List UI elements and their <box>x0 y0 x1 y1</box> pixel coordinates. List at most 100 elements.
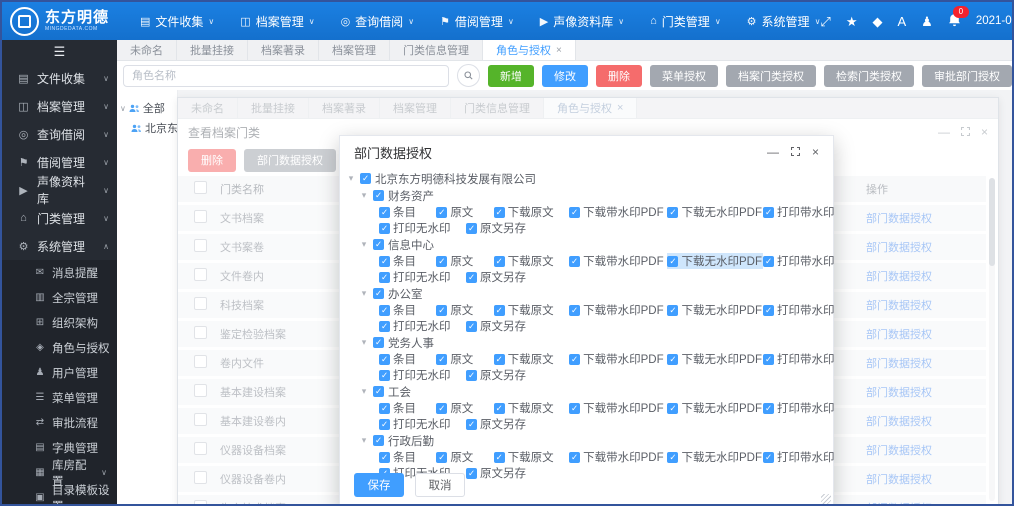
sidebar-item[interactable]: ▤ 文件收集 ∨ <box>2 64 117 92</box>
sidebar-subitem[interactable]: ▣ 目录模板设置 <box>2 485 117 505</box>
topbar-menu-item[interactable]: ⚙ 系统管理 ∨ <box>747 13 821 30</box>
tab-active[interactable]: 角色与授权 × <box>483 40 576 60</box>
sidebar-subitem[interactable]: ▥ 全宗管理 <box>2 285 117 310</box>
permission-checkbox[interactable]: ✓ <box>763 402 774 414</box>
sidebar-item[interactable]: ⌂ 门类管理 ∨ <box>2 204 117 232</box>
chevron-down-icon[interactable]: ▾ <box>359 435 369 446</box>
chevron-down-icon[interactable]: ▾ <box>359 190 369 201</box>
permission-checkbox[interactable]: ✓ <box>379 222 390 234</box>
permission-checkbox[interactable]: ✓ <box>466 222 477 234</box>
cancel-button[interactable]: 取消 <box>415 473 465 497</box>
topbar-menu-item[interactable]: ▤ 文件收集 ∨ <box>140 13 214 30</box>
permission-checkbox[interactable]: ✓ <box>667 402 679 414</box>
permission-checkbox[interactable]: ✓ <box>466 320 477 332</box>
font-icon[interactable]: A <box>897 15 906 28</box>
toolbar-button-green[interactable]: 新增 <box>488 64 534 87</box>
close-icon[interactable]: × <box>812 146 819 158</box>
permission-checkbox[interactable]: ✓ <box>466 418 477 430</box>
permission-checkbox[interactable]: ✓ <box>667 255 679 267</box>
permission-checkbox[interactable]: ✓ <box>667 304 679 316</box>
tab-item[interactable]: 档案管理 <box>319 40 390 60</box>
tab-item[interactable]: 未命名 <box>117 40 177 60</box>
tree-node-company[interactable]: 北京东方明德科技发展有限公司 <box>117 118 177 138</box>
permission-checkbox[interactable]: ✓ <box>763 255 774 267</box>
bell-icon[interactable]: 0 <box>948 5 969 30</box>
permission-checkbox[interactable]: ✓ <box>763 353 774 365</box>
permission-checkbox[interactable]: ✓ <box>569 353 581 365</box>
permission-checkbox[interactable]: ✓ <box>667 451 679 463</box>
sidebar-item[interactable]: ◫ 档案管理 ∨ <box>2 92 117 120</box>
permission-checkbox[interactable]: ✓ <box>379 304 390 316</box>
search-button[interactable] <box>457 64 480 87</box>
topbar-menu-item[interactable]: ⌂ 门类管理 ∨ <box>650 13 721 30</box>
permission-checkbox[interactable]: ✓ <box>379 206 390 218</box>
permission-checkbox[interactable]: ✓ <box>466 271 477 283</box>
user-icon[interactable]: ♟ <box>921 15 933 28</box>
resize-handle[interactable] <box>821 494 831 504</box>
maximize-icon[interactable] <box>790 146 801 158</box>
permission-checkbox[interactable]: ✓ <box>763 206 774 218</box>
permission-checkbox[interactable]: ✓ <box>436 402 448 414</box>
permission-checkbox[interactable]: ✓ <box>569 402 581 414</box>
chevron-down-icon[interactable]: ▾ <box>346 173 356 184</box>
department-checkbox[interactable]: ✓ <box>373 288 384 299</box>
toolbar-button-gray[interactable]: 检索门类授权 <box>824 64 914 87</box>
tab-item[interactable]: 档案著录 <box>248 40 319 60</box>
sidebar-item[interactable]: ▶ 声像资料库 ∨ <box>2 175 117 206</box>
sidebar-item[interactable]: ◎ 查询借阅 ∨ <box>2 120 117 148</box>
topbar-menu-item[interactable]: ◫ 档案管理 ∨ <box>240 13 314 30</box>
sidebar-subitem[interactable]: ✉ 消息提醒 <box>2 260 117 285</box>
permission-checkbox[interactable]: ✓ <box>436 304 448 316</box>
department-checkbox[interactable]: ✓ <box>373 239 384 250</box>
sidebar-item[interactable]: ⚙ 系统管理 ∧ <box>2 232 117 260</box>
permission-checkbox[interactable]: ✓ <box>436 255 448 267</box>
hamburger-icon[interactable]: ☰ <box>2 40 117 64</box>
permission-checkbox[interactable]: ✓ <box>466 369 477 381</box>
permission-checkbox[interactable]: ✓ <box>493 353 505 365</box>
permission-checkbox[interactable]: ✓ <box>436 353 448 365</box>
permission-checkbox[interactable]: ✓ <box>379 418 390 430</box>
minimize-icon[interactable]: — <box>767 146 779 158</box>
fullscreen-icon[interactable]: ⤢ <box>820 15 830 28</box>
permission-checkbox[interactable]: ✓ <box>667 353 679 365</box>
chevron-down-icon[interactable]: ▾ <box>359 288 369 299</box>
permission-checkbox[interactable]: ✓ <box>569 304 581 316</box>
topbar-menu-item[interactable]: ◎ 查询借阅 ∨ <box>341 13 414 30</box>
tab-item[interactable]: 门类信息管理 <box>390 40 483 60</box>
toolbar-button-gray[interactable]: 档案门类授权 <box>726 64 816 87</box>
permission-checkbox[interactable]: ✓ <box>379 402 390 414</box>
permission-checkbox[interactable]: ✓ <box>763 451 774 463</box>
permission-checkbox[interactable]: ✓ <box>493 451 505 463</box>
company-checkbox[interactable]: ✓ <box>360 173 371 184</box>
sidebar-subitem[interactable]: ⊞ 组织架构 <box>2 310 117 335</box>
tab-item[interactable]: 批量挂接 <box>177 40 248 60</box>
sidebar-subitem[interactable]: ◈ 角色与授权 <box>2 335 117 360</box>
permission-checkbox[interactable]: ✓ <box>569 451 581 463</box>
sidebar-item[interactable]: ⚑ 借阅管理 ∨ <box>2 148 117 176</box>
permission-checkbox[interactable]: ✓ <box>569 206 581 218</box>
star-icon[interactable]: ★ <box>846 15 858 28</box>
department-checkbox[interactable]: ✓ <box>373 386 384 397</box>
tree-node-root[interactable]: ∨ 全部 <box>117 98 177 118</box>
department-checkbox[interactable]: ✓ <box>373 190 384 201</box>
toolbar-button-blue[interactable]: 修改 <box>542 64 588 87</box>
toolbar-button-red[interactable]: 删除 <box>596 64 642 87</box>
permission-checkbox[interactable]: ✓ <box>379 255 390 267</box>
close-icon[interactable]: × <box>556 45 562 56</box>
permission-checkbox[interactable]: ✓ <box>493 402 505 414</box>
chevron-down-icon[interactable]: ▾ <box>359 337 369 348</box>
sidebar-subitem[interactable]: ♟ 用户管理 <box>2 360 117 385</box>
permission-checkbox[interactable]: ✓ <box>466 467 477 479</box>
role-name-input[interactable] <box>123 64 449 87</box>
permission-checkbox[interactable]: ✓ <box>569 255 581 267</box>
chevron-down-icon[interactable]: ▾ <box>359 239 369 250</box>
permission-checkbox[interactable]: ✓ <box>379 320 390 332</box>
permission-checkbox[interactable]: ✓ <box>436 451 448 463</box>
permission-checkbox[interactable]: ✓ <box>379 353 390 365</box>
permission-checkbox[interactable]: ✓ <box>763 304 774 316</box>
permission-checkbox[interactable]: ✓ <box>436 206 448 218</box>
save-button[interactable]: 保存 <box>354 473 404 497</box>
sidebar-subitem[interactable]: ⇄ 审批流程 <box>2 410 117 435</box>
department-checkbox[interactable]: ✓ <box>373 435 384 446</box>
topbar-menu-item[interactable]: ⚑ 借阅管理 ∨ <box>440 13 514 30</box>
